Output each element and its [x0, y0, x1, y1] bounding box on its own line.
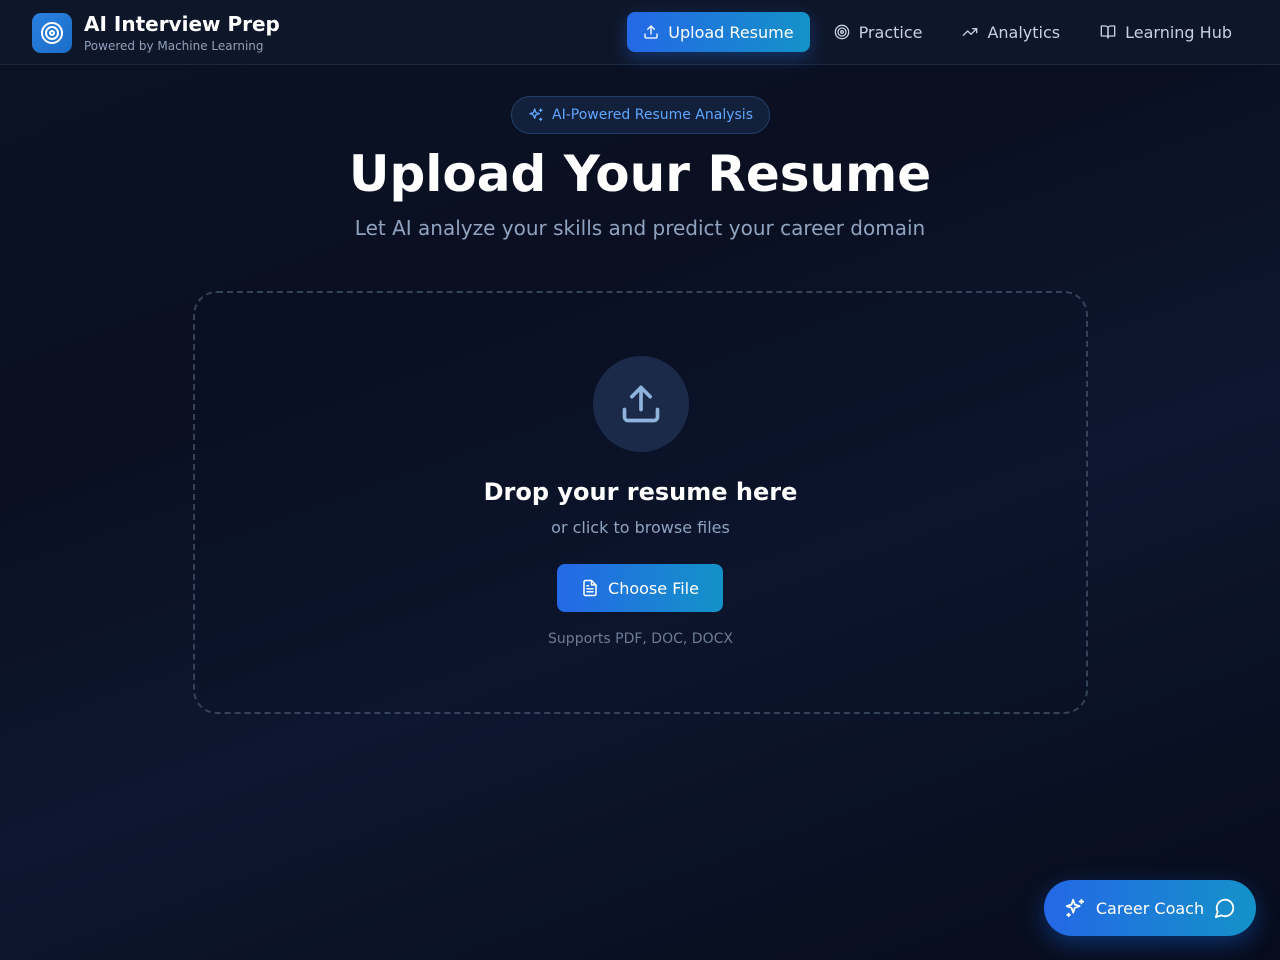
nav-learning-hub[interactable]: Learning Hub	[1084, 12, 1248, 52]
nav-label: Upload Resume	[668, 22, 794, 42]
book-open-icon	[1100, 25, 1116, 39]
nav-label: Practice	[858, 22, 923, 42]
file-text-icon	[583, 579, 597, 597]
dropzone-subtitle: or click to browse files	[551, 518, 730, 537]
supported-formats: Supports PDF, DOC, DOCX	[548, 631, 733, 647]
nav-practice[interactable]: Practice	[818, 12, 939, 52]
app-title: AI Interview Prep	[84, 12, 280, 36]
trending-up-icon	[963, 27, 978, 36]
nav-upload-resume[interactable]: Upload Resume	[627, 12, 810, 52]
main-nav: Upload Resume Practice Analytics Learnin…	[627, 12, 1248, 52]
resume-dropzone[interactable]: Drop your resume here or click to browse…	[193, 291, 1088, 714]
top-bar: AI Interview Prep Powered by Machine Lea…	[0, 0, 1280, 65]
upload-icon	[644, 25, 658, 39]
upload-icon	[593, 356, 689, 452]
brand[interactable]: AI Interview Prep Powered by Machine Lea…	[32, 12, 280, 54]
career-coach-label: Career Coach	[1095, 898, 1205, 918]
career-coach-button[interactable]: Career Coach	[1044, 880, 1256, 936]
message-circle-icon	[1215, 898, 1235, 919]
choose-file-label: Choose File	[608, 578, 699, 598]
dropzone-title: Drop your resume here	[483, 478, 798, 506]
nav-label: Learning Hub	[1125, 22, 1232, 42]
nav-label: Analytics	[987, 22, 1061, 42]
target-icon	[32, 13, 72, 53]
page-title: Upload Your Resume	[348, 145, 932, 203]
choose-file-button[interactable]: Choose File	[557, 564, 723, 612]
sparkles-icon	[1065, 898, 1085, 918]
badge-label: AI-Powered Resume Analysis	[552, 107, 753, 123]
app-subtitle: Powered by Machine Learning	[84, 39, 264, 53]
target-icon	[834, 24, 849, 40]
page-subtitle: Let AI analyze your skills and predict y…	[354, 216, 926, 240]
sparkles-icon	[529, 108, 543, 121]
ai-analysis-badge: AI-Powered Resume Analysis	[511, 96, 770, 134]
nav-analytics[interactable]: Analytics	[946, 12, 1076, 52]
